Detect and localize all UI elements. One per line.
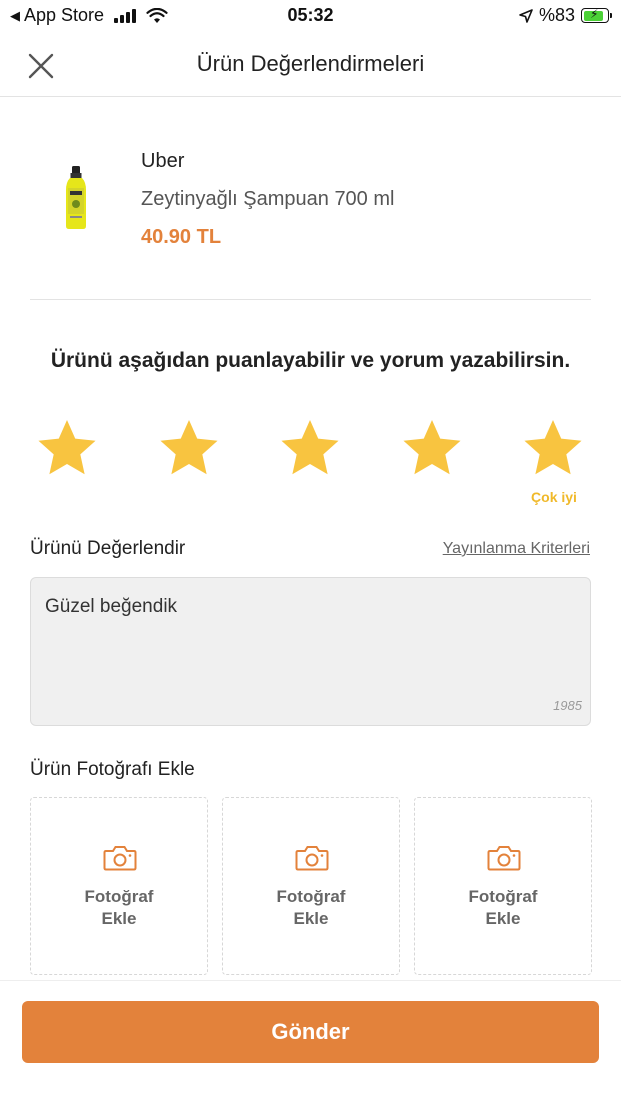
review-page: ◀ App Store 05:32 %83 ⚡ Ürün Değerlendir… [0,0,621,1104]
camera-icon [295,846,329,871]
char-count: 1985 [553,698,582,713]
star-5-icon[interactable] [522,418,584,480]
star-1-icon[interactable] [36,418,98,480]
product-brand: Uber [141,150,185,172]
publishing-criteria-link[interactable]: Yayınlanma Kriterleri [443,540,590,558]
product-name: Zeytinyağlı Şampuan 700 ml [141,188,395,210]
review-textarea[interactable]: Güzel beğendik 1985 [30,577,591,726]
product-image [66,166,86,229]
status-bar: ◀ App Store 05:32 %83 ⚡ [0,0,621,34]
add-photo-label: Fotoğraf Ekle [31,886,207,930]
nav-header: Ürün Değerlendirmeleri [0,34,621,97]
bottom-bar: Gönder [0,980,621,1104]
charging-bolt-icon: ⚡ [590,7,599,21]
add-photo-label-line2: Ekle [101,909,137,928]
add-photo-label-line2: Ekle [485,909,521,928]
add-photo-label-line1: Fotoğraf [84,887,154,906]
add-photo-slot[interactable]: Fotoğraf Ekle [414,797,592,975]
photo-section-title: Ürün Fotoğrafı Ekle [30,759,195,780]
camera-icon [103,846,137,871]
page-title: Ürün Değerlendirmeleri [196,51,425,76]
star-rating [36,418,588,482]
star-2-icon[interactable] [158,418,220,480]
product-summary: Uber Zeytinyağlı Şampuan 700 ml 40.90 TL [30,98,591,300]
battery-percent: %83 [538,5,575,25]
rating-prompt: Ürünü aşağıdan puanlayabilir ve yorum ya… [50,349,571,372]
add-photo-label-line1: Fotoğraf [468,887,538,906]
add-photo-slot[interactable]: Fotoğraf Ekle [222,797,400,975]
location-icon [519,8,533,23]
status-right: %83 ⚡ [519,5,612,26]
add-photo-label: Fotoğraf Ekle [223,886,399,930]
submit-button[interactable]: Gönder [22,1001,599,1063]
camera-icon [487,846,521,871]
product-price: 40.90 TL [141,226,222,248]
add-photo-slot[interactable]: Fotoğraf Ekle [30,797,208,975]
star-3-icon[interactable] [279,418,341,480]
star-4-icon[interactable] [401,418,463,480]
review-text: Güzel beğendik [45,596,178,617]
review-section-title: Ürünü Değerlendir [30,538,186,559]
battery-icon: ⚡ [581,7,612,23]
rating-caption: Çok iyi [531,489,577,505]
add-photo-label: Fotoğraf Ekle [415,886,591,930]
add-photo-label-line1: Fotoğraf [276,887,346,906]
add-photo-label-line2: Ekle [293,909,329,928]
